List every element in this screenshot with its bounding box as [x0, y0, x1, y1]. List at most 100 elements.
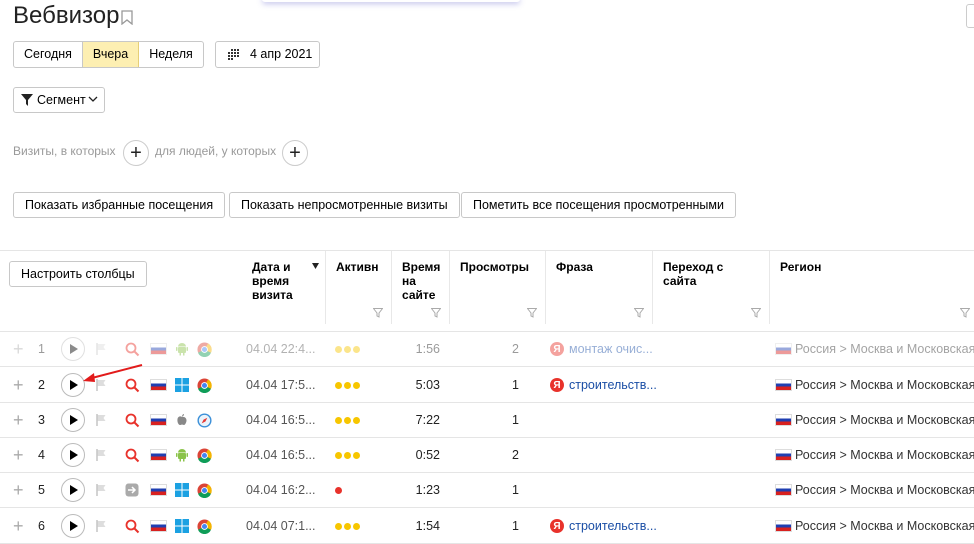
period-week-button[interactable]: Неделя [139, 42, 203, 67]
column-header-referrer[interactable]: Переход с сайта [663, 260, 743, 288]
activity-dots [335, 508, 362, 544]
expand-row-button[interactable]: + [13, 331, 24, 367]
filter-region-icon[interactable] [960, 308, 970, 318]
flag-button[interactable] [96, 472, 107, 508]
column-header-activity[interactable]: Активн [336, 260, 386, 274]
configure-columns-button[interactable]: Настроить столбцы [9, 261, 147, 287]
chrome-icon [197, 437, 212, 473]
row-number: 4 [38, 448, 45, 462]
table-row[interactable]: +4 04.04 16:5... 0:52 2 Россия > Москва и Мо… [0, 437, 974, 473]
region-text: Россия > Москва и Московская ... [795, 483, 974, 497]
filter-activity-icon[interactable] [373, 308, 383, 318]
region-cell: Россия > Москва и Московская ... [775, 508, 974, 544]
row-number: 5 [38, 483, 45, 497]
expand-row-button[interactable]: + [13, 367, 24, 403]
visit-datetime[interactable]: 04.04 16:2... [246, 472, 316, 508]
russia-flag-icon [150, 367, 167, 403]
table-row[interactable]: +1 04.04 22:4... 1:56 2 Ямонтаж очис... Росси… [0, 331, 974, 367]
flag-button[interactable] [96, 437, 107, 473]
column-header-time[interactable]: Время на сайте [402, 260, 442, 302]
visit-datetime[interactable]: 04.04 22:4... [246, 331, 316, 367]
flag-button[interactable] [96, 508, 107, 544]
calendar-icon [228, 49, 239, 60]
search-phrase: Ямонтаж очис... [550, 331, 653, 367]
russia-flag-icon [775, 484, 792, 496]
page-views: 2 [512, 342, 519, 356]
column-header-date[interactable]: Дата и время визита [252, 260, 312, 302]
visit-duration: 5:03 [415, 378, 440, 392]
phrase-link[interactable]: монтаж очис... [569, 342, 653, 356]
column-separator [652, 251, 653, 324]
show-favorites-button[interactable]: Показать избранные посещения [13, 192, 226, 218]
region-text: Россия > Москва и Московская ... [795, 378, 974, 392]
play-icon [61, 443, 85, 467]
period-yesterday-button[interactable]: Вчера [82, 42, 140, 67]
table-row[interactable]: +6 04.04 07:1... 1:54 1 Ястроительств... Росс… [0, 508, 974, 544]
phrase-link[interactable]: строительств... [569, 378, 657, 392]
expand-row-button[interactable]: + [13, 437, 24, 473]
visit-duration: 7:22 [415, 413, 440, 427]
visit-datetime[interactable]: 04.04 16:5... [246, 402, 316, 438]
yandex-icon: Я [550, 378, 564, 392]
region-text: Россия > Москва и Московская ... [795, 342, 974, 356]
filter-phrase-icon[interactable] [634, 308, 644, 318]
play-button[interactable] [61, 508, 85, 544]
segment-label: Сегмент [37, 93, 86, 107]
search-phrase: Ястроительств... [550, 367, 657, 403]
add-people-condition-button[interactable]: + [282, 140, 308, 166]
visit-datetime[interactable]: 04.04 17:5... [246, 367, 316, 403]
column-separator [449, 251, 450, 324]
expand-row-button[interactable]: + [13, 402, 24, 438]
play-icon [61, 408, 85, 432]
expand-row-button[interactable]: + [13, 508, 24, 544]
mark-all-viewed-button[interactable]: Пометить все посещения просмотренными [461, 192, 736, 218]
column-header-region[interactable]: Регион [780, 260, 821, 274]
chrome-icon [197, 472, 212, 508]
row-number: 3 [38, 413, 45, 427]
direct-entry-icon [125, 472, 139, 508]
flag-button[interactable] [96, 402, 107, 438]
expand-row-button[interactable]: + [13, 472, 24, 508]
play-button[interactable] [61, 437, 85, 473]
period-today-button[interactable]: Сегодня [14, 42, 83, 67]
date-label: 4 апр 2021 [250, 47, 313, 61]
visit-datetime[interactable]: 04.04 16:5... [246, 437, 316, 473]
windows-icon [175, 508, 189, 544]
visit-datetime[interactable]: 04.04 07:1... [246, 508, 316, 544]
top-right-button[interactable] [966, 4, 974, 28]
activity-dots [335, 331, 362, 367]
add-visit-condition-button[interactable]: + [123, 140, 149, 166]
search-source-icon [125, 508, 140, 544]
phrase-link[interactable]: строительств... [569, 519, 657, 533]
region-cell: Россия > Москва и Московская ... [775, 331, 974, 367]
play-icon [61, 478, 85, 502]
row-number: 2 [38, 378, 45, 392]
bookmark-icon[interactable] [121, 10, 133, 25]
play-button[interactable] [61, 472, 85, 508]
top-decoration [262, 0, 520, 2]
column-header-phrase[interactable]: Фраза [556, 260, 593, 274]
row-number: 6 [38, 519, 45, 533]
table-row[interactable]: +5 04.04 16:2... 1:23 1 Россия > Москва и Мо… [0, 472, 974, 508]
column-header-views[interactable]: Просмотры [460, 260, 529, 274]
column-separator [545, 251, 546, 324]
show-unviewed-button[interactable]: Показать непросмотренные визиты [229, 192, 460, 218]
date-picker-button[interactable]: 4 апр 2021 [215, 41, 320, 68]
segment-dropdown[interactable]: Сегмент [13, 87, 105, 113]
table-row[interactable]: +2 04.04 17:5... 5:03 1 Ястроительств... Росс… [0, 367, 974, 403]
page-views: 1 [512, 378, 519, 392]
search-source-icon [125, 437, 140, 473]
filter-time-icon[interactable] [431, 308, 441, 318]
table-row[interactable]: +3 04.04 16:5... 7:22 1 Россия > Москва и Мо… [0, 402, 974, 438]
page-views: 1 [512, 413, 519, 427]
sort-desc-icon[interactable] [312, 263, 319, 269]
filter-referrer-icon[interactable] [751, 308, 761, 318]
page-views: 1 [512, 519, 519, 533]
russia-flag-icon [150, 437, 167, 473]
column-separator [325, 251, 326, 324]
android-icon [175, 437, 189, 473]
filter-views-icon[interactable] [527, 308, 537, 318]
play-button[interactable] [61, 402, 85, 438]
search-source-icon [125, 402, 140, 438]
search-phrase: Ястроительств... [550, 508, 657, 544]
